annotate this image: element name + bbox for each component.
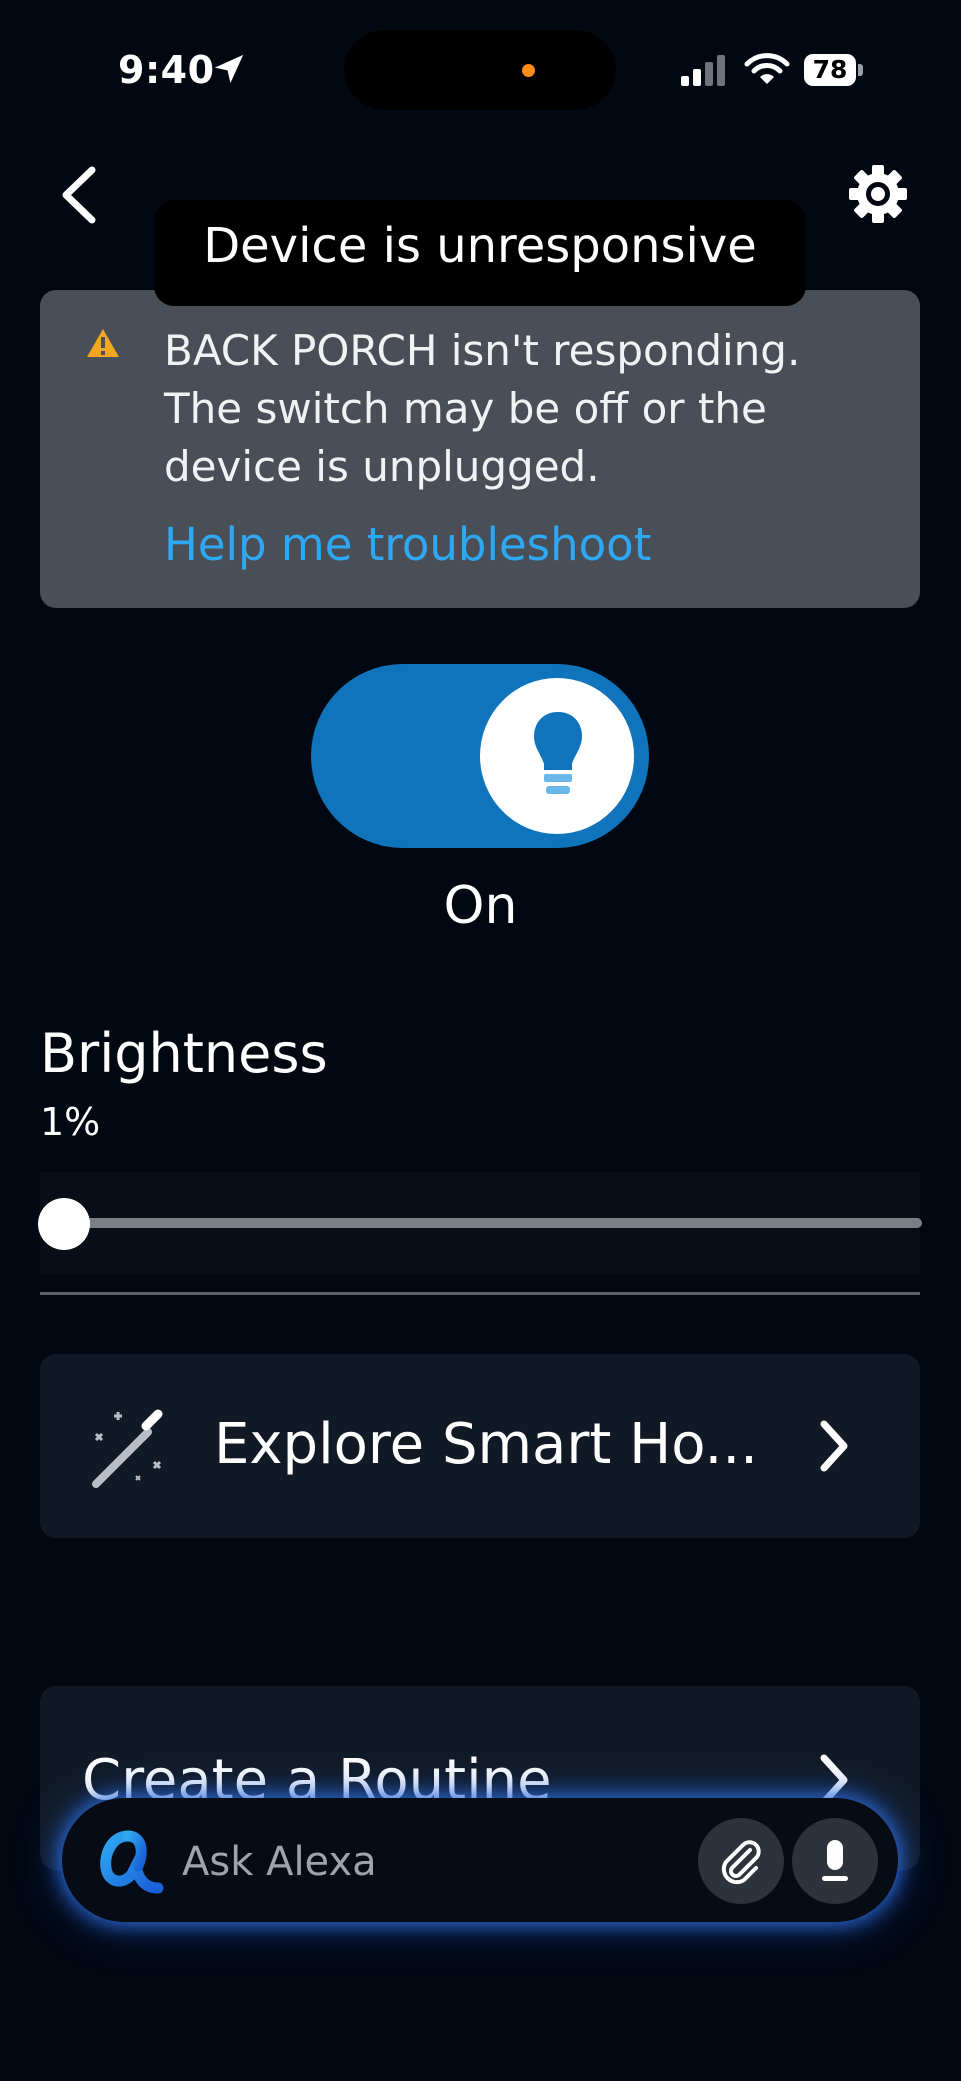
alexa-logo-icon <box>100 1830 164 1894</box>
battery-level: 78 <box>804 54 856 86</box>
settings-gear-button[interactable] <box>846 162 910 226</box>
brightness-title: Brightness <box>40 1022 328 1085</box>
dynamic-island <box>344 30 616 110</box>
brightness-slider-thumb[interactable] <box>38 1198 90 1250</box>
warning-message: BACK PORCH isn't responding. The switch … <box>164 326 801 491</box>
ask-alexa-input[interactable] <box>182 1832 662 1892</box>
warning-triangle-icon <box>87 329 119 357</box>
battery-cap <box>858 64 863 76</box>
back-button[interactable] <box>52 164 106 226</box>
power-state-label: On <box>443 876 518 936</box>
light-bulb-icon <box>534 712 582 794</box>
brightness-value: 1% <box>40 1100 101 1144</box>
privacy-indicator-dot <box>522 64 535 77</box>
brightness-slider-track[interactable] <box>62 1218 922 1228</box>
paperclip-icon <box>721 1840 761 1885</box>
chevron-right-icon <box>820 1420 848 1472</box>
wifi-icon <box>744 53 790 84</box>
status-time: 9:40 <box>118 48 215 92</box>
attach-button[interactable] <box>698 1818 784 1904</box>
cellular-signal-icon <box>681 55 725 86</box>
magic-wand-icon <box>92 1409 163 1488</box>
section-divider <box>40 1292 920 1295</box>
unresponsive-tooltip: Device is unresponsive <box>154 200 806 306</box>
microphone-icon <box>822 1840 848 1881</box>
help-troubleshoot-link[interactable]: Help me troubleshoot <box>164 518 651 571</box>
explore-smart-home-label: Explore Smart Ho... <box>214 1412 758 1477</box>
location-arrow-icon <box>214 54 244 84</box>
battery-indicator: 78 <box>804 54 864 86</box>
microphone-button[interactable] <box>792 1818 878 1904</box>
